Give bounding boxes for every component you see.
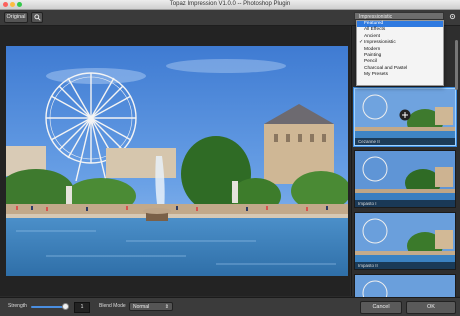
window-title: Topaz Impression V1.0.0 -- Photoshop Plu… [169, 1, 291, 7]
paris-painting-image [6, 46, 348, 276]
category-dropdown[interactable]: Impressionistic [354, 12, 444, 20]
bottom-bar: Strength 1 Blend Mode Normal ⇕ Cancel OK [0, 297, 460, 316]
preset-preview-image [355, 151, 455, 207]
preset-thumbnail-4[interactable] [354, 274, 456, 298]
blend-mode-label: Blend Mode [99, 303, 126, 309]
presets-scrollbar[interactable] [455, 40, 458, 90]
cancel-button[interactable]: Cancel [360, 301, 402, 314]
preset-preview-image [355, 275, 455, 297]
ok-button[interactable]: OK [406, 301, 456, 314]
preset-label: Impasto II [355, 262, 455, 269]
strength-slider-handle[interactable] [62, 303, 69, 310]
preset-label: Impasto I [355, 200, 455, 207]
preview-image[interactable] [6, 46, 348, 276]
compare-cursor-icon [399, 109, 411, 121]
menu-item-my-presets[interactable]: My Presets [357, 72, 443, 78]
window-titlebar: Topaz Impression V1.0.0 -- Photoshop Plu… [0, 0, 460, 10]
strength-value-field[interactable]: 1 [74, 302, 90, 313]
blend-mode-select[interactable]: Normal ⇕ [129, 302, 173, 311]
original-button[interactable]: Original [4, 12, 28, 23]
zoom-button[interactable] [31, 12, 43, 23]
settings-icon[interactable] [449, 13, 456, 20]
category-menu: Featured All Effects Ancient ✓ Impression… [356, 20, 444, 86]
preset-thumbnail-impasto-ii[interactable]: Impasto II [354, 212, 456, 270]
preset-thumbnail-cezanne-ii[interactable]: Cezanne II [354, 88, 456, 146]
preset-label: Cezanne II [355, 138, 455, 145]
blend-mode-value: Normal [133, 304, 150, 310]
preset-preview-image [355, 213, 455, 269]
magnifier-icon [33, 14, 41, 21]
preset-thumbnail-impasto-i[interactable]: Impasto I [354, 150, 456, 208]
strength-label: Strength [8, 303, 27, 309]
updown-arrows-icon: ⇕ [164, 304, 169, 310]
